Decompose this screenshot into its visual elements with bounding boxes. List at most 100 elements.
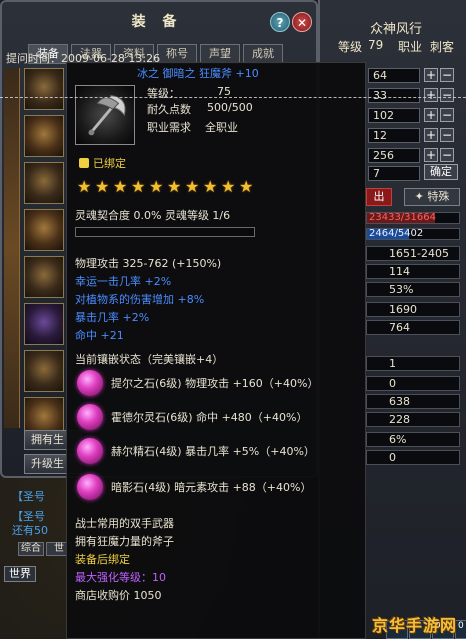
requirement-label: 职业需求: [147, 121, 191, 134]
level-value: 79: [368, 38, 384, 52]
plus-button[interactable]: +: [424, 148, 438, 162]
bind-on-equip: 装备后绑定: [75, 553, 130, 566]
gem-row: 赫尔精石(4级) 暴击几率 +5%（+40%）: [77, 437, 315, 465]
confirm-button[interactable]: 确定: [424, 164, 458, 180]
combat-stat: 228: [366, 412, 460, 427]
item-tooltip: 冰之 御暗之 狂魔斧 +10 等级： 75 耐久点数 500/500 职业需求 …: [66, 62, 366, 639]
gem-row: 提尔之石(6级) 物理攻击 +160（+40%）: [77, 369, 318, 397]
minus-button[interactable]: −: [440, 108, 454, 122]
item-description: 拥有狂魔力量的斧子: [75, 535, 174, 548]
gem-icon: [77, 438, 103, 464]
job-value: 刺客: [430, 40, 455, 54]
chat-tabs: 综合 世: [18, 542, 72, 556]
minus-button[interactable]: −: [440, 128, 454, 142]
tab-out[interactable]: 出: [366, 188, 392, 206]
stat-value: 64: [368, 68, 420, 83]
soul-affinity: 灵魂契合度 0.0% 灵魂等级 1/6: [75, 209, 231, 222]
site-watermark: 京华手游网: [372, 616, 458, 635]
slot-weapon-icon[interactable]: [24, 303, 64, 345]
star-icon: ★: [149, 177, 164, 196]
bound-text: 已绑定: [93, 157, 126, 170]
tab-achievement[interactable]: 成就: [243, 44, 283, 64]
item-level-label: 等级：: [147, 87, 180, 100]
star-icon: ★: [239, 177, 254, 196]
chat-line: 还有50: [12, 524, 48, 537]
combat-stat: 638: [366, 394, 460, 409]
star-icon: ★: [185, 177, 200, 196]
physical-attack: 物理攻击 325-762 (+150%): [75, 257, 222, 270]
combat-stat: 1: [366, 356, 460, 371]
item-description: 战士常用的双手武器: [75, 517, 174, 530]
stat-value: 33: [368, 88, 420, 103]
gem-row: 暗影石(4级) 暗元素攻击 +88（+40%）: [77, 473, 311, 501]
minus-button[interactable]: −: [440, 88, 454, 102]
hp-bar: 23433/31664: [366, 212, 460, 224]
plus-button[interactable]: +: [424, 108, 438, 122]
tab-title[interactable]: 称号: [157, 44, 197, 64]
chat-area: 【圣号 【圣号 还有50 综合 世 世界: [0, 482, 72, 639]
slot-chest-icon[interactable]: [24, 162, 64, 204]
minus-button[interactable]: −: [440, 148, 454, 162]
requirement-value: 全职业: [205, 121, 238, 134]
bonus-stat: 命中 +21: [75, 329, 124, 342]
combat-stat: 0: [366, 376, 460, 391]
gem-icon: [77, 474, 103, 500]
mp-text: 2464/5402: [369, 228, 424, 239]
gem-row: 霍德尔灵石(6级) 命中 +480（+40%）: [77, 403, 307, 431]
gem-icon: [77, 404, 103, 430]
chat-tab-all[interactable]: 综合: [18, 542, 44, 556]
combat-stat: 1651-2405: [366, 246, 460, 261]
stat-value: 12: [368, 128, 420, 143]
window-title: 装 备: [131, 14, 183, 30]
window-side-decoration: [4, 68, 20, 428]
world-channel-button[interactable]: 世界: [4, 566, 36, 582]
combat-stat: 53%: [366, 282, 460, 297]
gem-icon: [77, 370, 103, 396]
slot-shoulder-icon[interactable]: [24, 115, 64, 157]
gem-text: 赫尔精石(4级) 暴击几率 +5%（+40%）: [111, 445, 315, 458]
sell-price: 商店收购价 1050: [75, 589, 162, 602]
plus-button[interactable]: +: [424, 128, 438, 142]
plus-button[interactable]: +: [424, 68, 438, 82]
item-name: 冰之 御暗之 狂魔斧 +10: [137, 67, 259, 80]
axe-icon: [75, 85, 135, 145]
gem-text: 暗影石(4级) 暗元素攻击 +88（+40%）: [111, 481, 312, 494]
post-timestamp: 提问时间：2009-06-28 13:26: [6, 52, 161, 65]
max-enhance-level: 最大强化等级：10: [75, 571, 166, 584]
slot-boots-icon[interactable]: [24, 350, 64, 392]
lock-icon: [79, 158, 89, 168]
stat-value: 7: [368, 166, 420, 181]
stat-value: 256: [368, 148, 420, 163]
durability-label: 耐久点数: [147, 103, 191, 116]
star-icon: ★: [95, 177, 110, 196]
slot-head-icon[interactable]: [24, 68, 64, 110]
star-icon: ★: [113, 177, 128, 196]
combat-stat: 1690: [366, 302, 460, 317]
chat-line: 【圣号: [12, 490, 45, 503]
close-button[interactable]: ✕: [292, 12, 312, 32]
bonus-stat: 对植物系的伤害增加 +8%: [75, 293, 205, 306]
star-icon: ★: [221, 177, 236, 196]
plus-button[interactable]: +: [424, 88, 438, 102]
bound-status: 已绑定: [79, 155, 126, 171]
soul-progress-bar: [75, 227, 255, 237]
slot-gloves-icon[interactable]: [24, 256, 64, 298]
socket-status: 当前镶嵌状态（完美镶嵌+4）: [75, 353, 224, 366]
tab-special[interactable]: ✦ 特殊: [404, 188, 460, 206]
equipment-slots: [24, 68, 64, 439]
slot-belt-icon[interactable]: [24, 209, 64, 251]
stat-value: 102: [368, 108, 420, 123]
durability-value: 500/500: [207, 101, 253, 114]
combat-stat: 764: [366, 320, 460, 335]
star-icon: ★: [77, 177, 92, 196]
mp-bar: 2464/5402: [366, 228, 460, 240]
minus-button[interactable]: −: [440, 68, 454, 82]
star-icon: ★: [131, 177, 146, 196]
job-label: 职业: [398, 40, 423, 54]
bonus-stat: 幸运一击几率 +2%: [75, 275, 172, 288]
help-button[interactable]: ?: [270, 12, 290, 32]
combat-stat: 0: [366, 450, 460, 465]
bonus-stat: 暴击几率 +2%: [75, 311, 150, 324]
tab-reputation[interactable]: 声望: [200, 44, 240, 64]
guide-line: [0, 97, 466, 98]
